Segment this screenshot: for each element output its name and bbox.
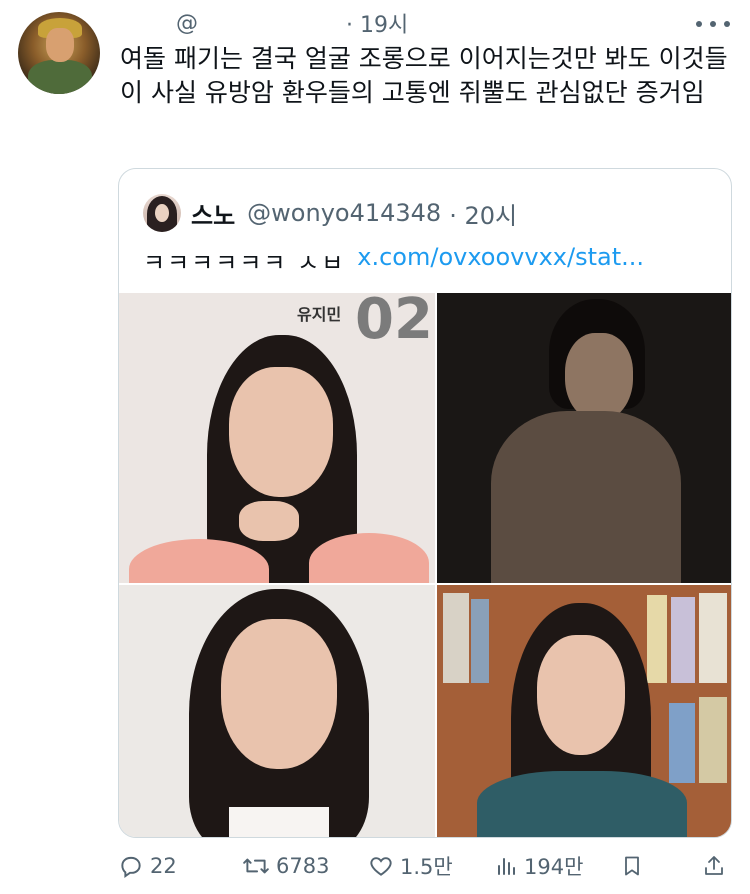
quoted-tweet-header: 스노 @wonyo414348 · 20시 (143, 193, 517, 233)
like-button[interactable]: 1.5만 (368, 848, 453, 884)
retweet-button[interactable]: 6783 (242, 848, 329, 884)
like-count: 1.5만 (400, 855, 453, 879)
retweet-count: 6783 (276, 854, 330, 878)
photo-3[interactable] (119, 585, 435, 837)
views-count: 194만 (524, 855, 584, 879)
share-button[interactable] (702, 848, 732, 884)
quoted-tweet-link[interactable]: x.com/ovxoovvxx/stat... (357, 243, 644, 278)
quoted-tweet-text: ㅋㅋㅋㅋㅋㅋ ㅅㅂ x.com/ovxoovvxx/stat... (143, 243, 644, 278)
photo-4[interactable] (437, 585, 731, 837)
image-number-label: 02 (355, 293, 433, 352)
bookmark-button[interactable] (620, 848, 650, 884)
photo-1[interactable]: 유지민 02 (119, 293, 435, 583)
quoted-author-handle[interactable]: @wonyo414348 (247, 199, 441, 227)
photo-grid[interactable]: 유지민 02 (119, 293, 731, 837)
quoted-tweet-body: ㅋㅋㅋㅋㅋㅋ ㅅㅂ (143, 249, 346, 277)
heart-icon (370, 857, 392, 876)
image-name-label: 유지민 (297, 305, 342, 324)
tweet-header: @ · 19시 (120, 7, 408, 39)
reply-button[interactable]: 22 (118, 848, 177, 884)
retweet-icon (243, 858, 269, 874)
share-icon (705, 856, 723, 875)
quoted-tweet[interactable]: 스노 @wonyo414348 · 20시 ㅋㅋㅋㅋㅋㅋ ㅅㅂ x.com/ov… (118, 168, 732, 838)
photo-2[interactable] (437, 293, 731, 583)
reply-icon (121, 856, 141, 878)
quoted-tweet-time[interactable]: · 20시 (449, 196, 517, 231)
quoted-author-name[interactable]: 스노 (191, 196, 235, 231)
tweet-text: 여돌 패기는 결국 얼굴 조롱으로 이어지는것만 봐도 이것들이 사실 유방암 … (120, 44, 728, 107)
tweet-actions: 22 6783 1.5만 194만 (118, 848, 730, 884)
author-handle[interactable]: @ (176, 11, 198, 36)
views-chart-icon (498, 858, 515, 875)
author-avatar[interactable] (18, 12, 100, 94)
more-dots-icon[interactable] (696, 12, 730, 36)
bookmark-icon (625, 856, 639, 876)
reply-count: 22 (150, 854, 177, 878)
views-button[interactable]: 194만 (494, 848, 583, 884)
avatar-body (28, 60, 92, 94)
quoted-author-avatar[interactable] (143, 194, 181, 232)
avatar-face (46, 28, 74, 62)
tweet-time[interactable]: · 19시 (346, 7, 408, 39)
